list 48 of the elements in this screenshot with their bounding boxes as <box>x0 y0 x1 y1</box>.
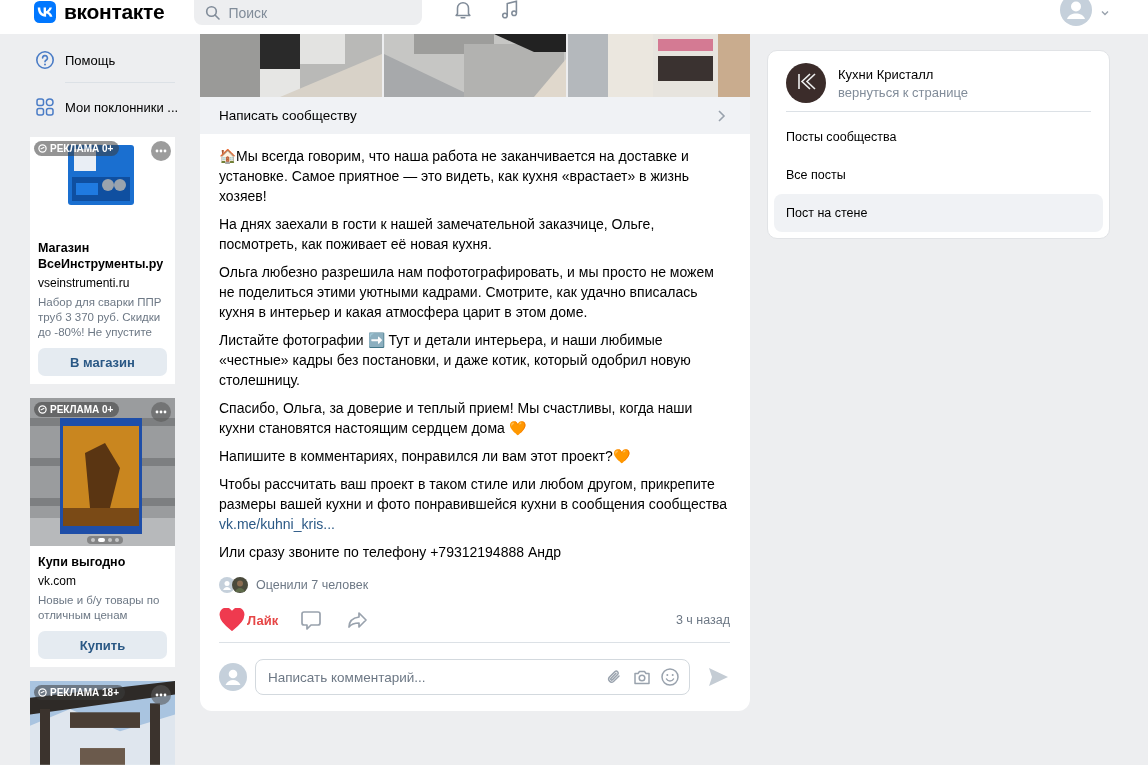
post-paragraph: 🏠Мы всегда говорим, что наша работа не заканчивается на доставке и установке. Самое приятное — это видеть, как кухня «врастает» в жизнь хозяев! <box>219 147 690 206</box>
back-link[interactable]: вернуться к странице <box>838 84 968 100</box>
menu-item[interactable]: Посты сообщества <box>774 118 1103 156</box>
ad-title[interactable]: Купи выгодно <box>38 554 167 570</box>
search-field[interactable]: Поиск <box>194 0 423 25</box>
post-paragraph: Спасибо, Ольга, за доверие и теплый прием! Мы счастливы, когда наши кухни становятся настоящим сердцем дома 🧡 <box>219 399 694 438</box>
grid-icon <box>35 97 55 117</box>
search-icon <box>205 5 222 21</box>
user-avatar <box>219 663 247 691</box>
ad-description: Набор для сварки ППР труб 3 370 руб. Скидки до -80%! Не упустите <box>38 295 163 340</box>
logo-text[interactable]: вконтакте <box>64 0 165 24</box>
more-icon <box>155 693 167 697</box>
post-paragraph: Чтобы рассчитать ваш проект в таком стиле или любом другом, прикрепите размеры вашей кухни и фото понравившейся кухни в сообщения сообщества vk.me/kuhni_kris... <box>219 475 729 534</box>
sidebar-item[interactable]: Мои поклонники ... <box>35 91 175 123</box>
ad-domain: vk.com <box>38 573 77 590</box>
ad-button[interactable]: В магазин <box>38 348 167 376</box>
comment-field[interactable]: Написать комментарий... <box>255 659 690 695</box>
emoji-icon[interactable] <box>660 667 680 687</box>
ad-title[interactable]: Магазин ВсеИнструменты.ру <box>38 240 167 272</box>
post-time[interactable]: 3 ч назад <box>675 613 730 627</box>
post-paragraph: Ольга любезно разрешила нам пофотографировать, и мы просто не можем не поделиться этими уютными кадрами. Смотрите, как удачно вписалась кухня в интерьер и какая атмосфера царит в этом доме. <box>219 263 715 322</box>
message-community-button[interactable]: Написать сообществу <box>200 97 750 134</box>
like-button[interactable]: Лайк <box>219 608 279 632</box>
post-paragraph: На днях заехали в гости к нашей замечательной заказчице, Ольге, посмотреть, как поживает её новая кухня. <box>219 215 656 254</box>
community-name[interactable]: Кухни Кристалл <box>838 66 968 82</box>
menu-item[interactable]: Пост на стене <box>774 194 1103 232</box>
post-paragraph: Напишите в комментариях, понравился ли вам этот проект?🧡 <box>219 447 631 466</box>
ad-domain: vseinstrumenti.ru <box>38 275 131 292</box>
menu-item[interactable]: Все посты <box>774 156 1103 194</box>
liker-avatar[interactable] <box>232 577 248 593</box>
ad-badge: РЕКЛАМА 0+ <box>34 402 120 417</box>
sidebar-item[interactable]: Помощь <box>35 44 175 76</box>
post-paragraph: Или сразу звоните по телефону +79312194888 Андр <box>219 543 562 562</box>
more-button[interactable] <box>151 685 171 705</box>
chevron-right-icon <box>716 108 726 123</box>
ad-badge: РЕКЛАМА 18+ <box>34 685 125 700</box>
help-icon <box>35 50 55 70</box>
likes-summary[interactable]: Оценили 7 человек <box>256 578 369 592</box>
community-logo[interactable] <box>786 63 826 103</box>
chevron-down-icon[interactable] <box>1100 8 1110 18</box>
logo-icon[interactable] <box>34 1 56 23</box>
post-paragraph: Листайте фотографии ➡ Тут и детали интерьера, и наши любимые «честные» кадры без постановки, и даже котик, который одобрил новую столешницу. <box>219 331 692 390</box>
post-link[interactable]: vk.me/kuhni_kris... <box>219 516 335 532</box>
ad-button[interactable]: Купить <box>38 631 167 659</box>
more-icon <box>155 410 167 414</box>
ad-description: Новые и б/у товары по отличным ценам <box>38 593 161 623</box>
more-icon <box>155 149 167 153</box>
carousel-indicator <box>87 536 123 544</box>
